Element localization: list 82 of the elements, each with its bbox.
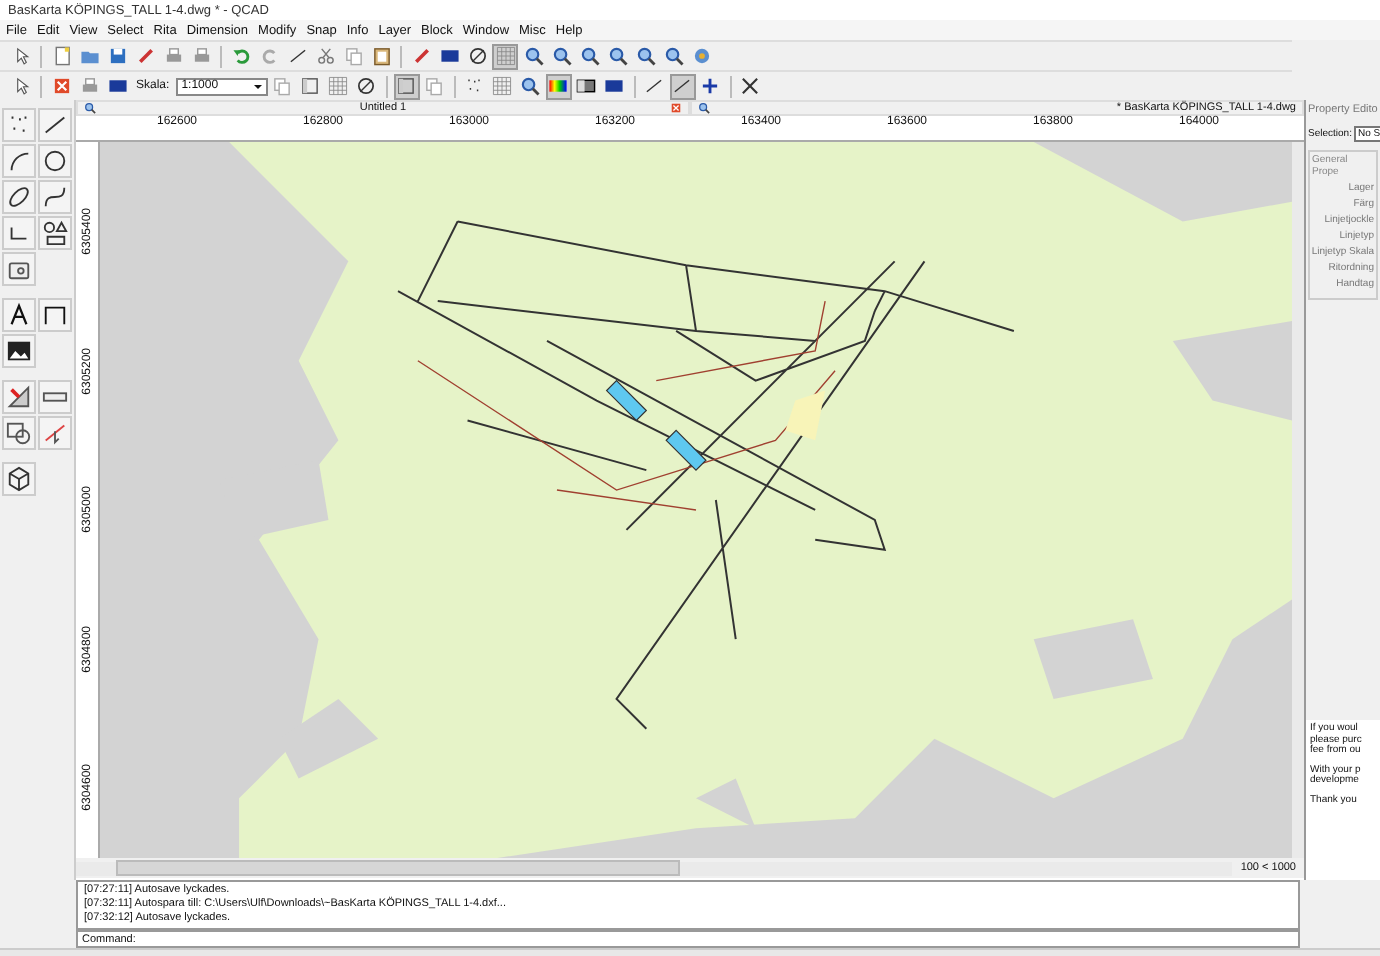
selection-tool-button[interactable] (2, 416, 36, 450)
zoom-previous-button[interactable] (604, 43, 630, 69)
clipboard-icon (371, 46, 391, 66)
cube-tool-button[interactable] (2, 462, 36, 496)
scissors-button[interactable] (312, 43, 338, 69)
undo-icon (231, 46, 251, 66)
printer-icon (163, 46, 183, 66)
caret-icon (251, 79, 266, 93)
crosshair-icon (700, 76, 721, 96)
line-tool-button[interactable] (38, 108, 72, 142)
line-weight-icon (644, 76, 665, 96)
preview-button[interactable] (517, 73, 544, 99)
shapes-icon (42, 220, 68, 246)
image-icon (6, 338, 32, 364)
snap-tool-button[interactable] (38, 416, 72, 450)
pages-icon (272, 76, 293, 96)
zoom-auto-icon (579, 46, 599, 66)
close-icon (670, 102, 682, 114)
block-tool-button[interactable] (2, 252, 36, 286)
frame-icon (396, 76, 417, 96)
dimension-icon (42, 302, 68, 328)
text-icon (6, 302, 32, 328)
tools-icon (740, 76, 761, 96)
spline-icon (42, 184, 68, 210)
spline-tool-button[interactable] (38, 180, 72, 214)
circle-tool-button[interactable] (38, 144, 72, 178)
zoom-selection-icon (663, 46, 683, 66)
zoom-out-button[interactable] (548, 43, 574, 69)
zoom-out-icon (551, 46, 571, 66)
draw-line-icon (672, 76, 693, 96)
shapes-tool-button[interactable] (38, 216, 72, 250)
print-preview-icon (191, 46, 211, 66)
draw-line-button[interactable] (669, 73, 696, 99)
zoom-window-button[interactable] (632, 43, 658, 69)
modify-icon (6, 384, 32, 410)
page-icon (300, 76, 321, 96)
save-icon (107, 46, 127, 66)
color-bars-button[interactable] (545, 73, 572, 99)
draft-icon (287, 46, 307, 66)
color-bars-icon (548, 76, 569, 96)
text-tool-button[interactable] (2, 298, 36, 332)
number-icon (464, 76, 485, 96)
zoom-in-button[interactable] (520, 43, 546, 69)
ellipse-tool-button[interactable] (2, 180, 36, 214)
new-document-icon (51, 46, 71, 66)
frame-button[interactable] (393, 73, 420, 99)
scissors-icon (315, 46, 335, 66)
polyline-tool-button[interactable] (2, 216, 36, 250)
zoom-auto-button[interactable] (576, 43, 602, 69)
clipboard-button[interactable] (368, 43, 394, 69)
folder-icon (79, 46, 99, 66)
document-icon (84, 102, 96, 114)
document-icon (698, 102, 710, 114)
ellipse-icon (6, 184, 32, 210)
tools-button[interactable] (737, 73, 764, 99)
rectangle-icon (424, 76, 445, 96)
grid-icon (495, 46, 515, 66)
snap-icon (42, 420, 68, 446)
ruler-tool-button[interactable] (38, 380, 72, 414)
zoom-window-icon (635, 46, 655, 66)
arc-tool-button[interactable] (2, 144, 36, 178)
close-icon (51, 76, 71, 96)
image-tool-button[interactable] (2, 334, 36, 368)
redo-icon (259, 46, 279, 66)
points-icon (6, 112, 32, 138)
modify-tool-button[interactable] (2, 380, 36, 414)
zoom-in-icon (523, 46, 543, 66)
circle-icon (42, 148, 68, 174)
cube-icon (6, 466, 32, 492)
zoom-selection-button[interactable] (660, 43, 686, 69)
copy-icon (343, 46, 363, 66)
preview-icon (520, 76, 541, 96)
table-icon (492, 76, 513, 96)
dimension-tool-button[interactable] (38, 298, 72, 332)
arc-icon (6, 148, 32, 174)
pan-icon (691, 46, 711, 66)
page-grid-icon (328, 76, 349, 96)
line-icon (42, 112, 68, 138)
printer-icon (79, 76, 99, 96)
zoom-previous-icon (607, 46, 627, 66)
selection-icon (6, 420, 32, 446)
page-button[interactable] (297, 73, 324, 99)
